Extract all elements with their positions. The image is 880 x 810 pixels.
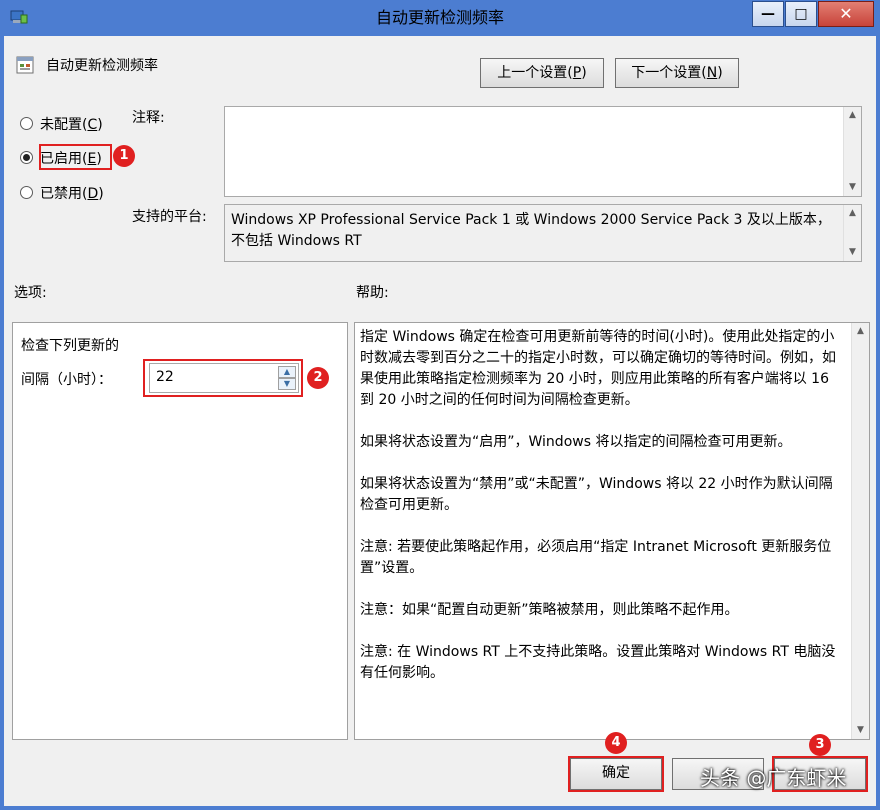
policy-title: 自动更新检测频率 [46,58,158,74]
close-button[interactable]: ✕ [818,1,874,27]
platform-text: Windows XP Professional Service Pack 1 或… [231,212,831,249]
help-paragraph: 如果将状态设置为“禁用”或“未配置”，Windows 将以 22 小时作为默认间… [360,476,833,513]
policy-dialog: 自动更新检测频率 — □ ✕ 自动更新检测频率 上一个设置(P) 下一个设置(N… [0,0,880,810]
help-paragraph: 注意: 若要使此策略起作用，必须启用“指定 Intranet Microsoft… [360,539,832,576]
help-panel: 指定 Windows 确定在检查可用更新前等待的时间(小时)。使用此处指定的小时… [354,322,870,740]
interval-label: 间隔（小时）： [21,372,112,388]
minimize-button[interactable]: — [752,1,784,27]
scroll-down-icon[interactable]: ▼ [844,244,861,261]
platform-scrollbar[interactable]: ▲ ▼ [843,205,861,261]
annotation-badge-4: 4 [605,732,627,754]
minimize-icon: — [761,6,775,22]
window-title: 自动更新检测频率 [375,8,504,27]
scroll-up-icon[interactable]: ▲ [844,107,861,124]
title-bar[interactable]: 自动更新检测频率 — □ ✕ [0,0,880,36]
annotation-badge-3: 3 [809,734,831,756]
help-paragraph: 指定 Windows 确定在检查可用更新前等待的时间(小时)。使用此处指定的小时… [360,329,836,408]
radio-enabled[interactable] [20,151,33,164]
maximize-button[interactable]: □ [785,1,817,27]
help-label: 帮助: [356,285,389,301]
highlight-enabled [39,144,112,170]
scroll-down-icon[interactable]: ▼ [852,722,869,739]
highlight-ok [568,756,664,792]
help-paragraph: 注意: 在 Windows RT 上不支持此策略。设置此策略对 Windows … [360,644,836,681]
maximize-icon: □ [794,6,808,22]
watermark-text: 头条 @广东虾米 [700,766,847,790]
radio-not-configured[interactable] [20,117,33,130]
annotation-badge-1: 1 [113,145,135,167]
not-configured-label[interactable]: 未配置(C) [40,114,103,134]
help-paragraph: 注意：如果“配置自动更新”策略被禁用，则此策略不起作用。 [360,602,739,618]
radio-disabled[interactable] [20,186,33,199]
options-panel: 检查下列更新的 间隔（小时）： 22 ▲ ▼ 2 [12,322,348,740]
comment-label: 注释: [132,110,165,126]
help-scrollbar[interactable]: ▲ ▼ [851,323,869,739]
previous-setting-button[interactable]: 上一个设置(P) [480,58,604,88]
platform-box: Windows XP Professional Service Pack 1 或… [224,204,862,262]
highlight-interval [143,359,303,397]
scroll-down-icon[interactable]: ▼ [844,179,861,196]
scroll-up-icon[interactable]: ▲ [844,205,861,222]
comment-scrollbar[interactable]: ▲ ▼ [843,107,861,196]
disabled-label[interactable]: 已禁用(D) [40,183,104,203]
annotation-badge-2: 2 [307,367,329,389]
options-line1: 检查下列更新的 [21,338,119,354]
help-text: 指定 Windows 确定在检查可用更新前等待的时间(小时)。使用此处指定的小时… [360,327,843,705]
platform-label: 支持的平台: [132,209,207,225]
help-paragraph: 如果将状态设置为“启用”，Windows 将以指定的间隔检查可用更新。 [360,434,792,450]
policy-setting-icon [16,56,34,74]
scroll-up-icon[interactable]: ▲ [852,323,869,340]
close-icon: ✕ [839,4,853,23]
comment-textarea[interactable]: ▲ ▼ [224,106,862,197]
options-label: 选项: [14,285,47,301]
next-setting-button[interactable]: 下一个设置(N) [615,58,739,88]
